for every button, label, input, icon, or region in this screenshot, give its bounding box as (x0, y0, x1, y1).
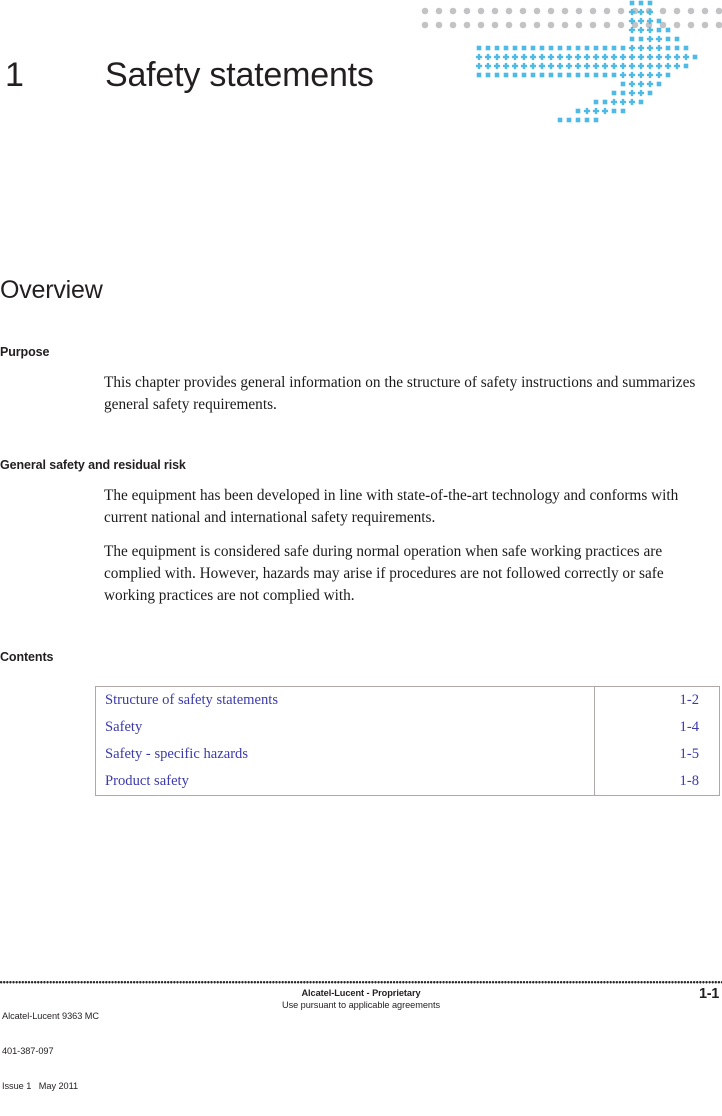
toc-page-structure-of-safety-statements[interactable]: 1-2 (594, 686, 720, 714)
toc-link-safety-specific-hazards[interactable]: Safety - specific hazards (96, 741, 595, 768)
footer-document-number: 401-387-097 (2, 1045, 54, 1056)
footer-issue-date: Issue 1 May 2011 (2, 1080, 79, 1091)
chapter-heading: 1 Safety statements (0, 52, 722, 114)
table-row[interactable]: Safety 1-4 (96, 714, 720, 741)
footer-proprietary-notice: Alcatel-Lucent - Proprietary (301, 988, 421, 998)
contents-heading: Contents (0, 650, 54, 664)
footer-product-name: Alcatel-Lucent 9363 MC (2, 1011, 99, 1022)
page-footer: Alcatel-Lucent 9363 MC 401-387-097 Issue… (0, 981, 722, 1091)
chapter-number: 1 (5, 56, 24, 94)
document-page: 1 Safety statements Overview Purpose Thi… (0, 0, 722, 1091)
toc-link-product-safety[interactable]: Product safety (96, 768, 595, 796)
table-row[interactable]: Product safety 1-8 (96, 768, 720, 796)
chapter-title: Safety statements (105, 56, 374, 94)
toc-page-safety-specific-hazards[interactable]: 1-5 (594, 741, 720, 768)
general-safety-heading: General safety and residual risk (0, 458, 186, 472)
overview-heading: Overview (0, 276, 103, 304)
toc-link-structure-of-safety-statements[interactable]: Structure of safety statements (96, 687, 595, 715)
general-safety-paragraph-1: The equipment has been developed in line… (104, 487, 679, 526)
footer-page-number: 1-1 (698, 986, 719, 1002)
footer-center-block: Alcatel-Lucent - Proprietary Use pursuan… (0, 988, 722, 1011)
footer-content: Alcatel-Lucent 9363 MC 401-387-097 Issue… (0, 986, 722, 1091)
footer-dotted-rule (0, 981, 722, 984)
main-content: Overview Purpose This chapter provides g… (0, 275, 722, 796)
toc-page-product-safety[interactable]: 1-8 (594, 768, 720, 796)
footer-usage-notice: Use pursuant to applicable agreements (281, 999, 440, 1010)
purpose-paragraph-1: This chapter provides general informatio… (104, 374, 696, 413)
gray-dot-rows (421, 7, 722, 29)
purpose-heading: Purpose (0, 345, 50, 359)
toc-link-safety[interactable]: Safety (96, 714, 595, 741)
contents-table: Structure of safety statements 1-2 Safet… (95, 686, 720, 796)
contents-block: Contents Structure of safety statements … (0, 650, 722, 796)
table-row[interactable]: Structure of safety statements 1-2 (96, 686, 720, 715)
toc-page-safety[interactable]: 1-4 (594, 714, 720, 741)
general-safety-paragraph-2: The equipment is considered safe during … (104, 543, 664, 604)
general-safety-block: General safety and residual risk The equ… (0, 458, 722, 607)
table-row[interactable]: Safety - specific hazards 1-5 (96, 741, 720, 768)
contents-table-wrapper: Structure of safety statements 1-2 Safet… (95, 686, 720, 796)
purpose-block: Purpose This chapter provides general in… (0, 345, 722, 416)
